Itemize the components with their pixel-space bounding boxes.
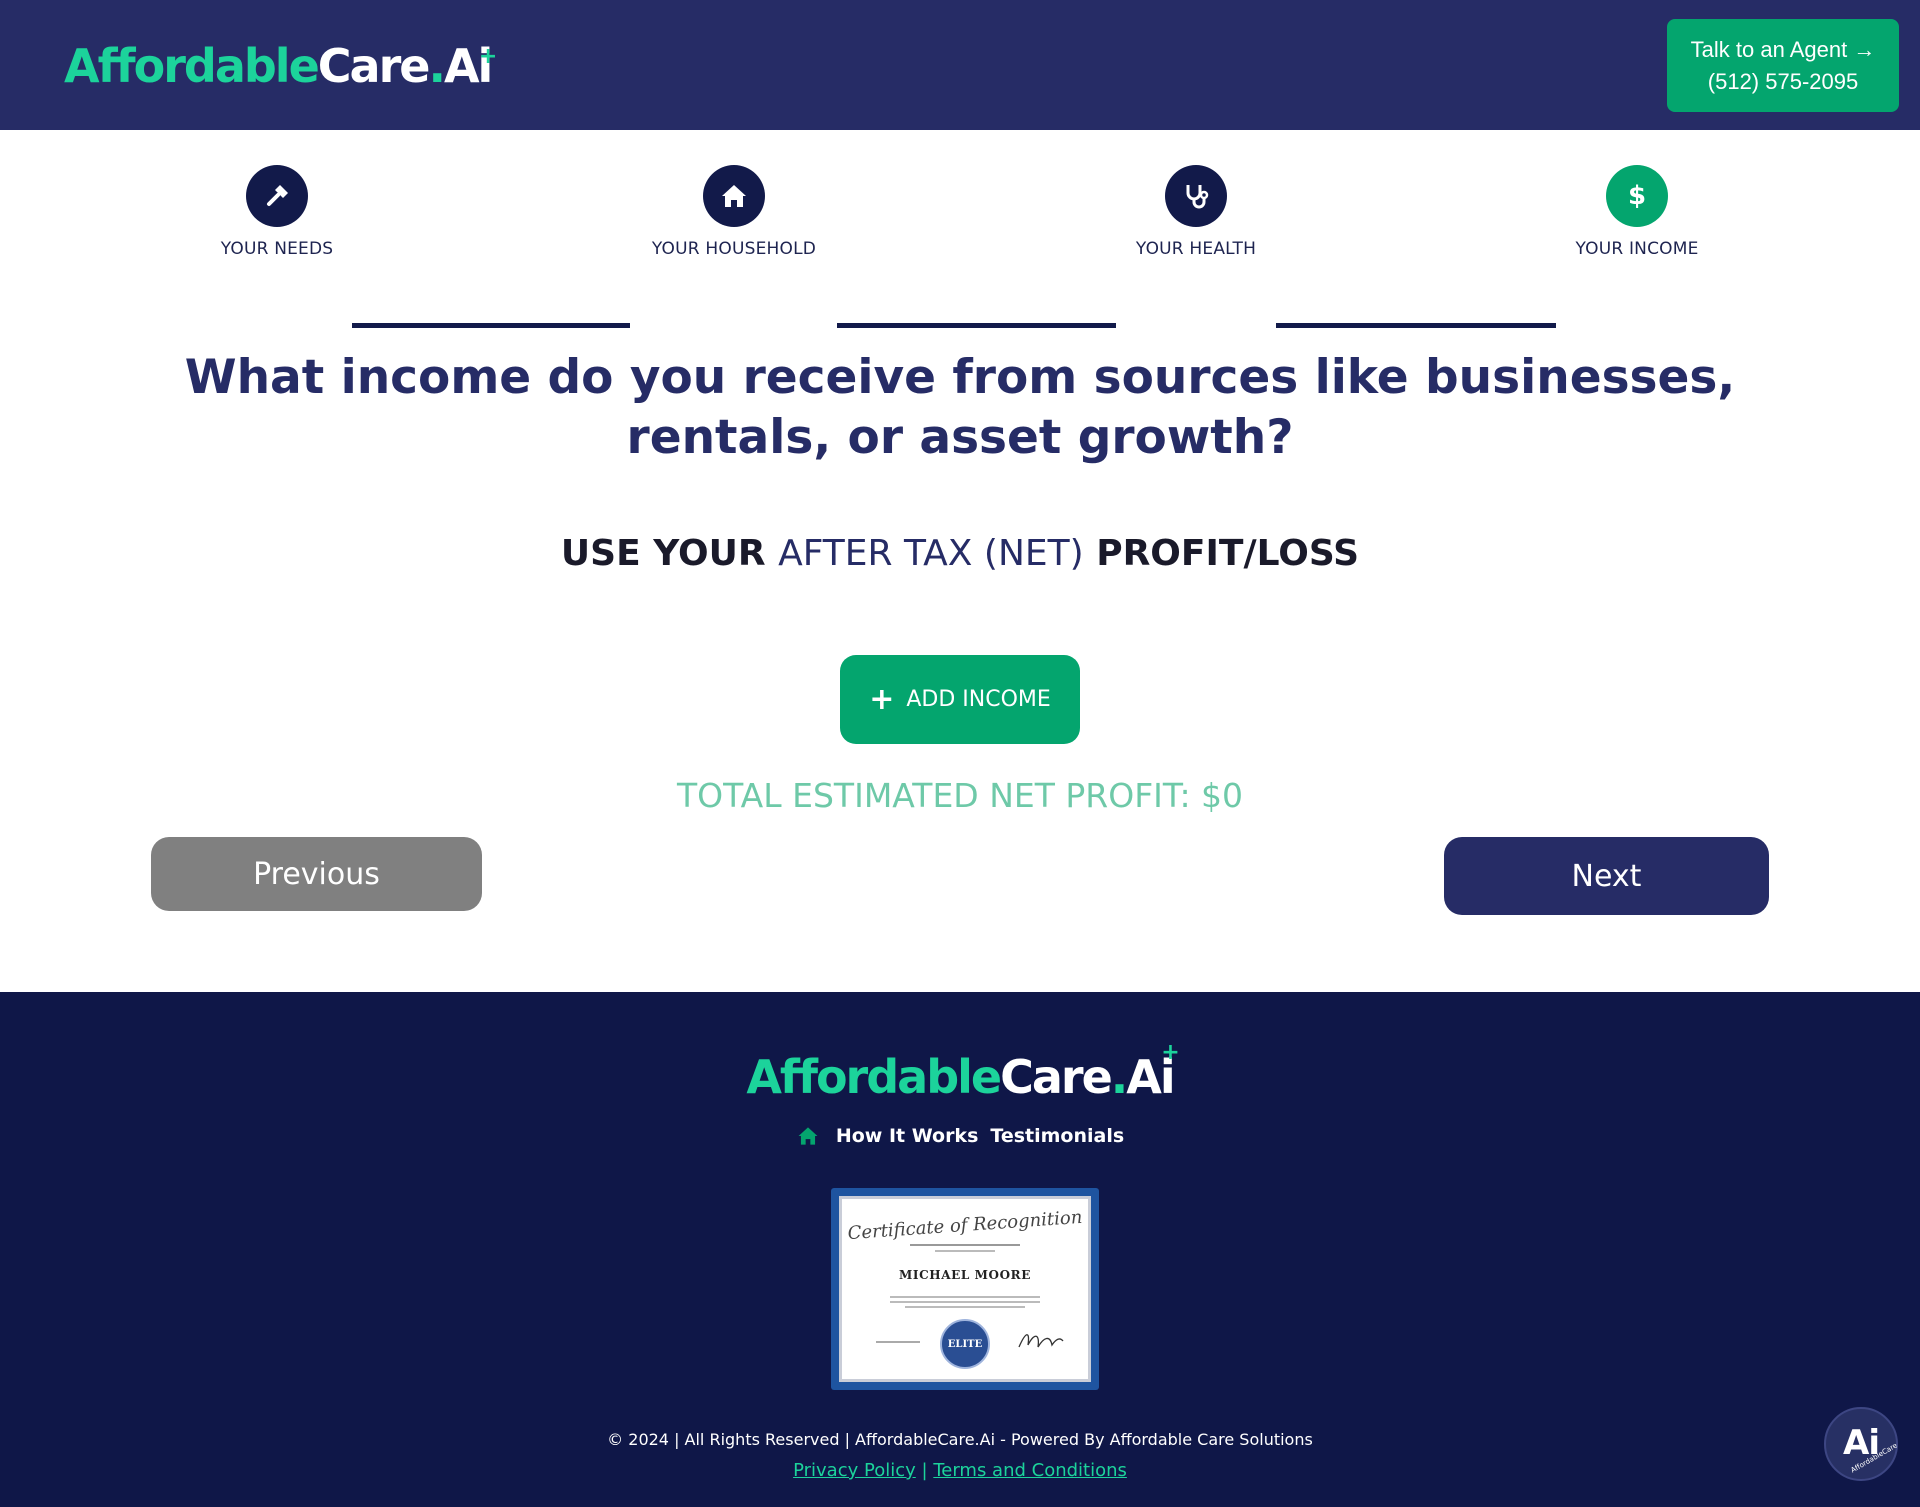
ai-chat-badge[interactable]: Ai AffordableCare <box>1824 1407 1899 1481</box>
step-label: YOUR NEEDS <box>220 239 334 259</box>
hammer-icon <box>246 165 308 227</box>
previous-button[interactable]: Previous <box>151 837 482 911</box>
certificate-body-lines <box>890 1296 1040 1308</box>
dollar-icon: $ <box>1606 165 1668 227</box>
next-button[interactable]: Next <box>1444 837 1769 915</box>
home-icon[interactable] <box>796 1125 820 1147</box>
brand-logo[interactable]: AffordableCare.Ai + <box>64 38 497 94</box>
add-income-button[interactable]: + ADD INCOME <box>840 655 1080 744</box>
footer-nav: How It Works Testimonials <box>0 1125 1920 1147</box>
home-icon <box>703 165 765 227</box>
certificate-subtitle-lines <box>842 1244 1088 1252</box>
question-line-1: What income do you receive from sources … <box>184 350 1736 405</box>
step-label: YOUR HEALTH <box>1135 239 1257 259</box>
income-question-heading: What income do you receive from sources … <box>0 348 1920 468</box>
footer-link-how-it-works[interactable]: How It Works <box>836 1125 979 1147</box>
elite-seal-icon: ELITE <box>940 1319 990 1369</box>
step-connector <box>837 323 1116 328</box>
step-label: YOUR INCOME <box>1575 239 1699 259</box>
logo-plus-icon: + <box>1161 1040 1180 1065</box>
legal-links: Privacy Policy | Terms and Conditions <box>0 1460 1920 1481</box>
instruction-highlight: AFTER TAX (NET) <box>778 533 1084 574</box>
top-header: AffordableCare.Ai + Talk to an Agent → (5… <box>0 0 1920 130</box>
stethoscope-icon <box>1165 165 1227 227</box>
question-line-2: rentals, or asset growth? <box>626 410 1294 465</box>
step-your-health[interactable]: YOUR HEALTH <box>1086 165 1306 259</box>
instruction-text-pre: USE YOUR <box>560 533 779 574</box>
certificate-date-line <box>876 1341 920 1343</box>
talk-to-agent-button[interactable]: Talk to an Agent → (512) 575-2095 <box>1667 19 1899 112</box>
footer-link-testimonials[interactable]: Testimonials <box>990 1125 1124 1147</box>
logo-ai: Ai + <box>1126 1040 1179 1104</box>
step-label: YOUR HOUSEHOLD <box>651 239 817 259</box>
logo-dot: . <box>428 39 446 93</box>
certificate-recipient-name: MICHAEL MOORE <box>899 1268 1031 1282</box>
logo-text-affordable: Affordable <box>64 39 320 93</box>
legal-separator: | <box>921 1460 928 1481</box>
total-net-profit: TOTAL ESTIMATED NET PROFIT: $0 <box>676 776 1244 815</box>
net-profit-instruction: USE YOUR AFTER TAX (NET) PROFIT/LOSS <box>0 533 1920 574</box>
site-footer: AffordableCare.Ai + How It Works Testimon… <box>0 992 1920 1507</box>
step-your-income[interactable]: $ YOUR INCOME <box>1527 165 1747 259</box>
logo-plus-icon: + <box>478 44 498 69</box>
step-connector <box>352 323 630 328</box>
logo-text-care: Care <box>1000 1050 1113 1104</box>
agent-button-label: Talk to an Agent → <box>1690 37 1876 62</box>
instruction-text-post: PROFIT/LOSS <box>1083 533 1360 574</box>
step-your-household[interactable]: YOUR HOUSEHOLD <box>624 165 844 259</box>
certificate-title: Certificate of Recognition <box>847 1206 1083 1245</box>
terms-and-conditions-link[interactable]: Terms and Conditions <box>933 1460 1127 1481</box>
add-income-label: ADD INCOME <box>906 687 1051 712</box>
privacy-policy-link[interactable]: Privacy Policy <box>793 1460 916 1481</box>
agent-phone-number: (512) 575-2095 <box>1707 69 1859 94</box>
logo-text-care: Care <box>317 39 431 93</box>
logo-ai: Ai + <box>444 39 497 93</box>
logo-dot: . <box>1110 1050 1129 1104</box>
footer-brand-logo[interactable]: AffordableCare.Ai + <box>0 1040 1920 1104</box>
step-your-needs[interactable]: YOUR NEEDS <box>167 165 387 259</box>
plus-icon: + <box>869 681 895 717</box>
copyright-text: © 2024 | All Rights Reserved | Affordabl… <box>607 1430 1313 1449</box>
signature-icon <box>1018 1334 1064 1348</box>
certificate-of-recognition-image: Certificate of Recognition MICHAEL MOORE… <box>831 1188 1099 1390</box>
certificate-paper: Certificate of Recognition MICHAEL MOORE… <box>839 1196 1091 1382</box>
logo-text-affordable: Affordable <box>746 1050 1002 1104</box>
step-connector <box>1276 323 1556 328</box>
